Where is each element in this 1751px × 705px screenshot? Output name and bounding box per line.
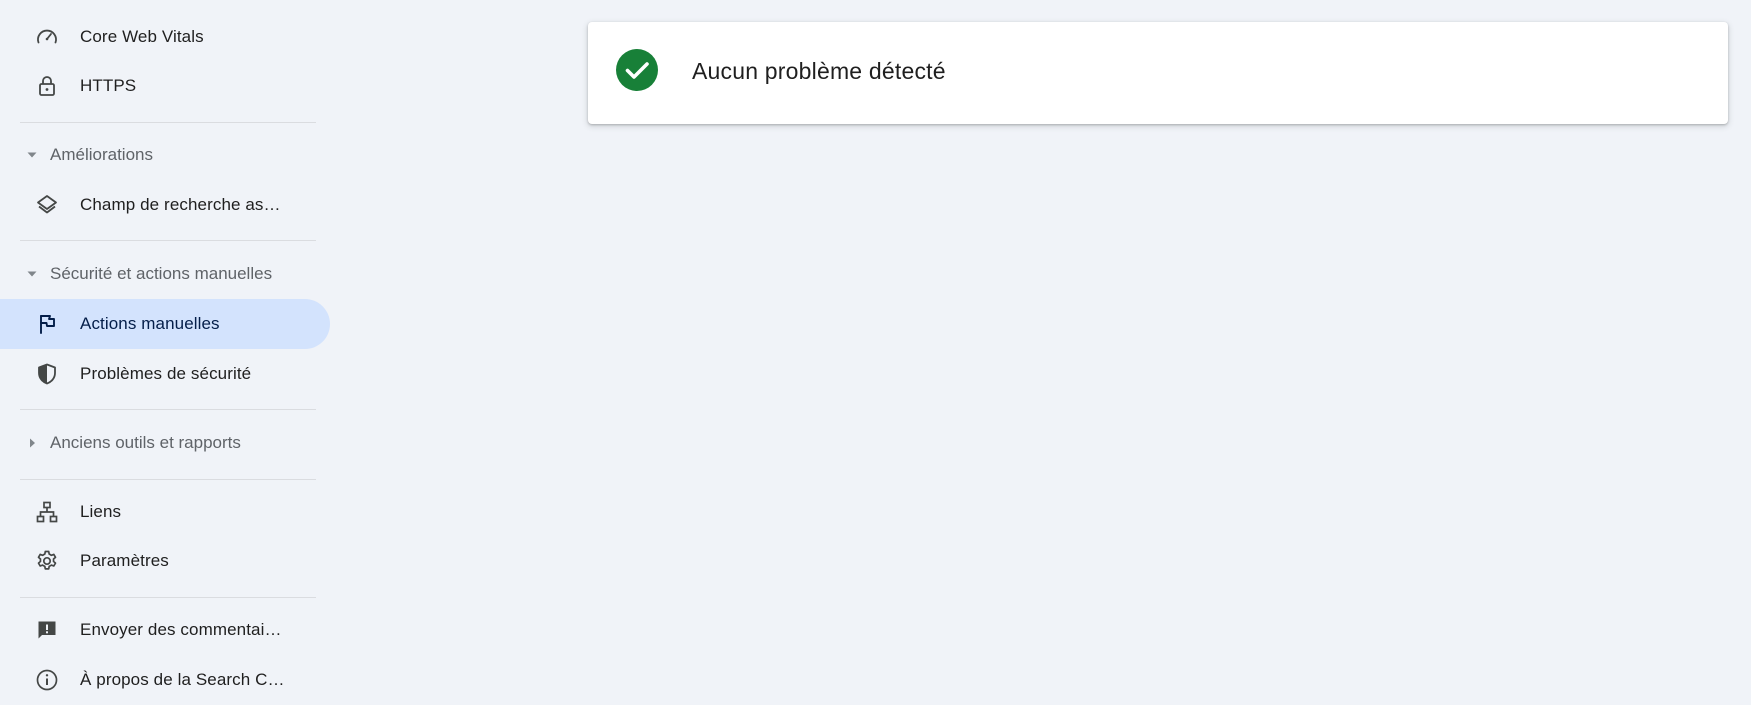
- lock-icon: [34, 73, 60, 99]
- caret-down-icon: [26, 268, 38, 280]
- sidebar-item-label: Champ de recherche as…: [80, 195, 281, 214]
- section-header-anciens-outils[interactable]: Anciens outils et rapports: [0, 421, 316, 465]
- sidebar-item-https[interactable]: HTTPS: [0, 61, 330, 111]
- caret-down-icon: [26, 149, 38, 161]
- section-header-ameliorations[interactable]: Améliorations: [0, 133, 316, 177]
- sidebar-item-label: Envoyer des commentai…: [80, 620, 282, 639]
- caret-right-icon: [26, 437, 38, 449]
- sidebar-divider: [20, 479, 316, 480]
- sidebar-divider: [20, 597, 316, 598]
- sidebar-item-label: Problèmes de sécurité: [80, 364, 252, 383]
- status-title: Aucun problème détecté: [692, 58, 946, 84]
- sidebar-item-label: Liens: [80, 502, 122, 521]
- check-circle-icon: [616, 49, 658, 91]
- sidebar-item-label: Paramètres: [80, 551, 169, 570]
- section-header-label: Améliorations: [50, 145, 153, 164]
- sidebar-divider: [20, 122, 316, 123]
- sidebar-item-actions-manuelles[interactable]: Actions manuelles: [0, 299, 330, 349]
- section-header-label: Anciens outils et rapports: [50, 433, 241, 452]
- feedback-icon: [34, 617, 60, 643]
- sidebar-item-label: Core Web Vitals: [80, 27, 204, 46]
- sidebar-divider: [20, 240, 316, 241]
- sidebar-item-parametres[interactable]: Paramètres: [0, 536, 330, 586]
- sitemap-icon: [34, 499, 60, 525]
- sidebar-item-core-web-vitals[interactable]: Core Web Vitals: [0, 12, 330, 62]
- gear-icon: [34, 548, 60, 574]
- sidebar-divider: [20, 409, 316, 410]
- sidebar-item-label: À propos de la Search C…: [80, 670, 285, 689]
- layers-icon: [34, 192, 60, 218]
- sidebar-item-liens[interactable]: Liens: [0, 487, 330, 537]
- speedometer-icon: [34, 24, 60, 50]
- status-card: Aucun problème détecté: [588, 22, 1728, 124]
- sidebar-item-feedback[interactable]: Envoyer des commentai…: [0, 605, 330, 655]
- sidebar-item-label: Actions manuelles: [80, 314, 220, 333]
- flag-icon: [34, 311, 60, 337]
- shield-icon: [34, 361, 60, 387]
- section-header-securite[interactable]: Sécurité et actions manuelles: [0, 252, 316, 296]
- sidebar-item-champ-de-recherche[interactable]: Champ de recherche as…: [0, 180, 330, 230]
- sidebar-item-label: HTTPS: [80, 76, 137, 95]
- section-header-label: Sécurité et actions manuelles: [50, 264, 273, 283]
- sidebar-item-problemes-securite[interactable]: Problèmes de sécurité: [0, 349, 330, 399]
- sidebar-nav: Core Web Vitals HTTPS Améliorations Cham…: [0, 0, 330, 698]
- info-icon: [34, 667, 60, 693]
